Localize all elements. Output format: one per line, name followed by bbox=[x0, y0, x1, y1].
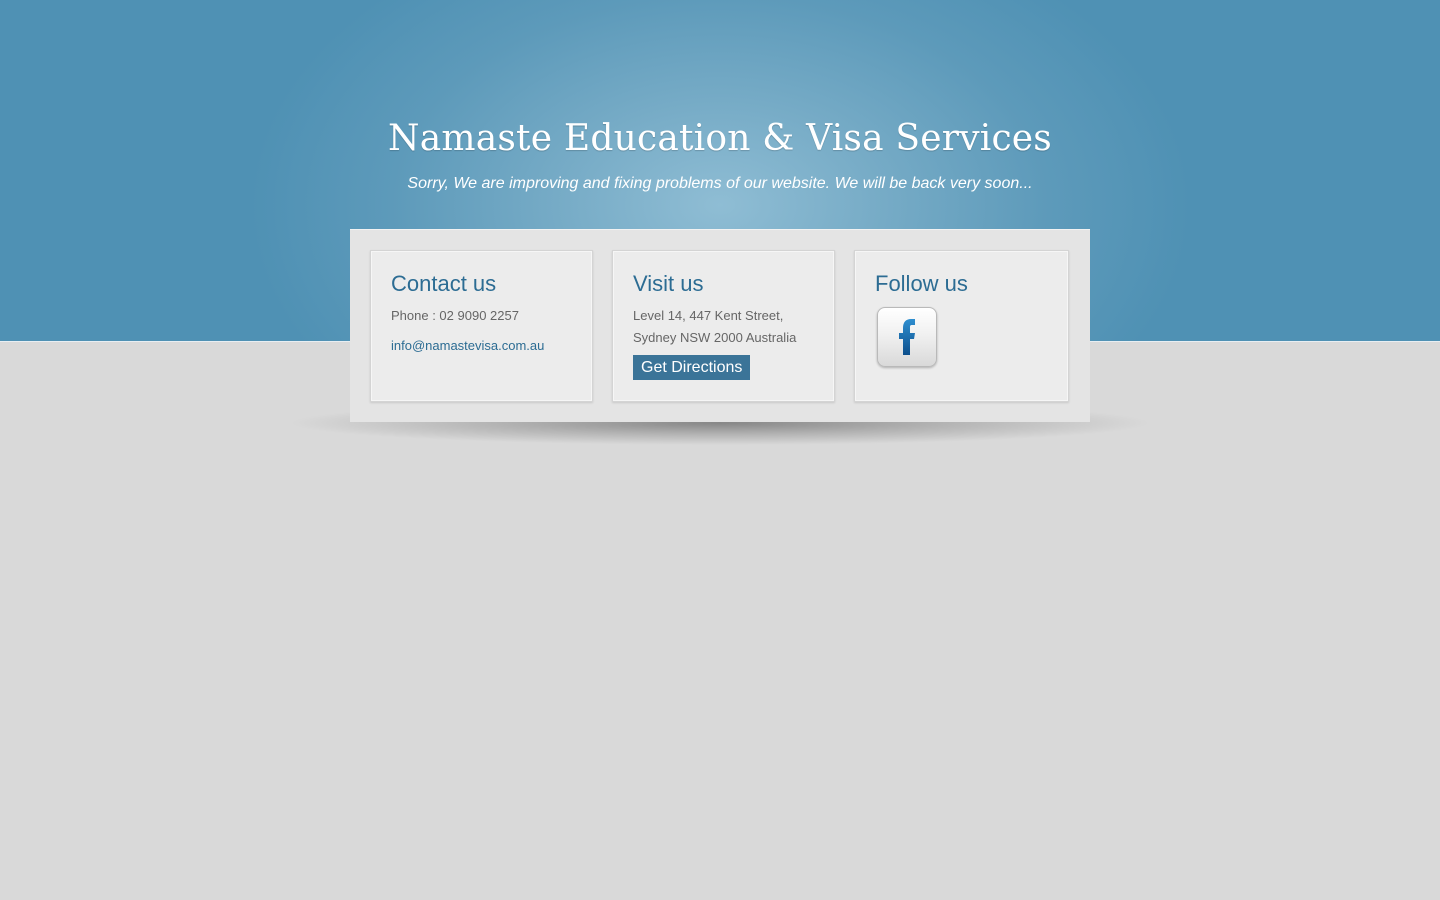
phone-text: Phone : 02 9090 2257 bbox=[391, 308, 519, 323]
get-directions-button[interactable]: Get Directions bbox=[633, 355, 751, 380]
contact-heading: Contact us bbox=[391, 271, 497, 296]
visit-heading: Visit us bbox=[633, 271, 704, 296]
email-link[interactable]: info@namastevisa.com.au bbox=[391, 338, 544, 353]
address-line-2: Sydney NSW 2000 Australia bbox=[633, 330, 797, 345]
address-line-1: Level 14, 447 Kent Street, bbox=[633, 308, 784, 323]
facebook-icon bbox=[899, 319, 915, 355]
site-title: Namaste Education & Visa Services bbox=[388, 118, 1052, 159]
facebook-button[interactable] bbox=[877, 307, 937, 367]
contact-box: Contact us Phone : 02 9090 2257 info@nam… bbox=[370, 250, 593, 402]
maintenance-message: Sorry, We are improving and fixing probl… bbox=[407, 175, 1033, 192]
follow-box: Follow us bbox=[854, 250, 1069, 402]
info-panel: Contact us Phone : 02 9090 2257 info@nam… bbox=[350, 229, 1090, 422]
follow-heading: Follow us bbox=[875, 271, 968, 296]
visit-box: Visit us Level 14, 447 Kent Street, Sydn… bbox=[612, 250, 835, 402]
